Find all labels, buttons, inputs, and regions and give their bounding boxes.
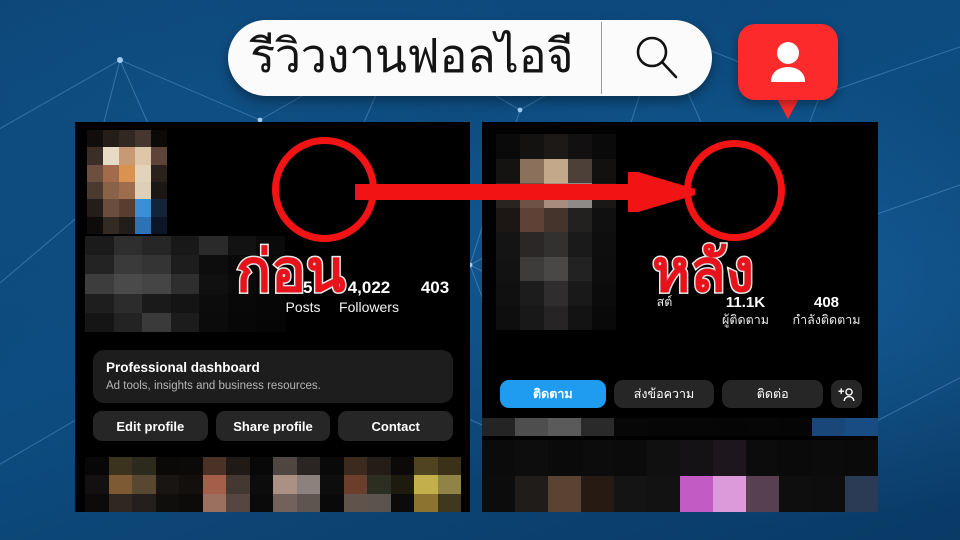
share-profile-button[interactable]: Share profile [215,411,331,441]
stat-posts[interactable]: สต์ [624,294,705,329]
follow-button[interactable]: ติดตาม [500,380,606,408]
posts-label: สต์ [656,295,673,309]
profile-screenshot-after: สต์ 11.1K ผู้ติดตาม 408 กำลังติดตาม ติดต… [482,122,878,512]
followers-count: 4,022 [347,278,391,297]
bio-mosaic [85,236,285,332]
followers-count: 11.1K [725,294,766,311]
contact-button[interactable]: ติดต่อ [722,380,823,408]
profile-stats-before: 75 Posts 4,022 Followers 403 [270,277,470,316]
followers-label: Followers [339,299,399,315]
profile-stats-after: สต์ 11.1K ผู้ติดตาม 408 กำลังติดตาม [624,294,868,329]
search-input[interactable]: รีวิวงานฟอลไอจี [228,20,601,96]
message-button[interactable]: ส่งข้อความ [613,380,715,408]
contact-button[interactable]: Contact [338,411,454,441]
following-count: 408 [813,294,840,311]
edit-profile-button[interactable]: Edit profile [93,411,208,441]
stat-followers[interactable]: 11.1K ผู้ติดตาม [705,294,786,329]
search-bar[interactable]: รีวิวงานฟอลไอจี [228,20,712,96]
stat-followers[interactable]: 4,022 Followers [336,277,402,316]
profile-actions-after: ติดตาม ส่งข้อความ ติดต่อ [500,380,862,408]
followers-label: ผู้ติดตาม [722,313,769,327]
highlights-mosaic [482,418,878,436]
search-icon [636,36,678,79]
search-button[interactable] [602,20,712,96]
following-count: 403 [420,278,450,297]
add-person-button[interactable] [831,380,862,408]
person-follower-icon [771,42,805,82]
add-person-icon [838,387,855,401]
dashboard-subtitle: Ad tools, insights and business resource… [106,380,321,392]
posts-count: 75 [293,278,313,297]
avatar-mosaic [496,134,616,330]
stat-following[interactable]: 408 กำลังติดตาม [786,294,867,329]
following-label: กำลังติดตาม [792,313,861,327]
posts-label: Posts [285,299,321,315]
dashboard-title: Professional dashboard [106,360,260,375]
stat-following[interactable]: 403 [402,277,468,316]
profile-screenshot-before: 75 Posts 4,022 Followers 403 Professiona… [75,122,470,512]
professional-dashboard-card[interactable]: Professional dashboard Ad tools, insight… [93,350,453,403]
photo-grid-mosaic[interactable] [85,457,461,512]
notification-badge[interactable] [738,24,838,124]
profile-actions-before: Edit profile Share profile Contact [93,411,454,441]
stat-posts[interactable]: 75 Posts [270,277,336,316]
photo-grid-mosaic[interactable] [482,440,878,512]
avatar-mosaic [87,130,167,234]
